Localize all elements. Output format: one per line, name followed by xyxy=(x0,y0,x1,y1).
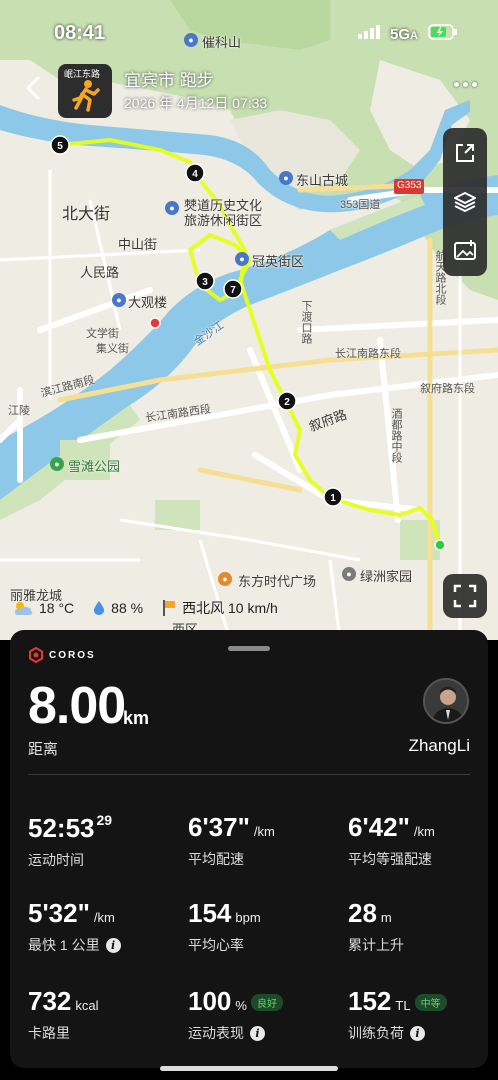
map-label-xufu-east: 叙府路东段 xyxy=(420,383,475,395)
poi-icon: ● xyxy=(342,567,356,581)
distance-label: 距离 xyxy=(28,741,59,758)
activity-date: 2026 年 4月12日 07:33 xyxy=(124,95,268,111)
home-indicator[interactable] xyxy=(160,1066,338,1071)
more-dot-icon xyxy=(454,82,459,87)
activity-thumbnail[interactable]: 岷江东路 xyxy=(58,64,112,118)
map-label-culture-2: 旅游休闲街区 xyxy=(184,213,263,228)
map-layers-button[interactable] xyxy=(452,189,478,215)
stat-avg-heart-rate: 154 bpm 平均心率 xyxy=(188,898,261,953)
map-label-guanying: 冠英街区 xyxy=(252,254,305,269)
share-button[interactable] xyxy=(452,140,478,166)
divider xyxy=(28,774,470,775)
map-label-road353: 353国道 xyxy=(340,199,381,211)
distance-unit: km xyxy=(123,708,150,728)
avatar[interactable] xyxy=(423,678,469,724)
map-label-lvzhou: 绿洲家园 xyxy=(360,569,413,584)
map-label-dongfang: 东方时代广场 xyxy=(238,574,317,589)
map-label-xuetan: 雪滩公园 xyxy=(68,459,121,474)
info-icon[interactable]: i xyxy=(105,937,121,953)
stat-training-load[interactable]: 152 TL 中等 训练负荷 i xyxy=(348,986,447,1043)
performance-badge: 良好 xyxy=(250,994,283,1011)
map-label-zhongshan: 中山街 xyxy=(118,237,158,252)
activity-title: 宜宾市 跑步 xyxy=(124,71,214,90)
map-label-changjiang-east: 长江南路东段 xyxy=(335,348,401,360)
weather-bar: 18 °C 88 % 西北风 10 km/h xyxy=(12,598,296,618)
brand-logo: COROS xyxy=(28,646,96,664)
poi-icon: ● xyxy=(50,457,64,471)
share-icon xyxy=(456,143,474,162)
activity-summary-panel[interactable]: COROS 8.00 km 距离 ZhangLi 52:53 29 运动时间 6'… xyxy=(10,630,488,1068)
username: ZhangLi xyxy=(408,736,470,755)
weather-temperature: 18 °C xyxy=(12,600,74,616)
training-load-badge: 中等 xyxy=(414,994,447,1011)
drag-handle[interactable] xyxy=(228,646,270,651)
map-label-dongshan: 东山古城 xyxy=(296,173,349,188)
stat-calories: 732 kcal 卡路里 xyxy=(28,986,99,1041)
stat-fastest-km[interactable]: 5'32"/km 最快 1 公里 i xyxy=(28,898,121,955)
layers-icon xyxy=(454,191,476,212)
more-options-button[interactable] xyxy=(454,82,478,92)
poi-icon: ● xyxy=(165,201,179,215)
battery-icon xyxy=(428,24,458,44)
info-icon[interactable]: i xyxy=(250,1025,265,1041)
status-right: 5GA xyxy=(358,24,458,44)
status-time: 08:41 xyxy=(54,22,106,44)
info-icon[interactable]: i xyxy=(410,1025,425,1041)
stat-performance[interactable]: 100% 良好 运动表现 i xyxy=(188,986,283,1043)
map-label-daguanlou: 大观楼 xyxy=(128,295,168,310)
map-label-beidajie: 北大街 xyxy=(62,206,111,223)
runner-icon xyxy=(72,80,100,112)
weather-wind: 西北风 10 km/h xyxy=(161,598,278,618)
network-label: 5GA xyxy=(390,25,418,43)
poi-icon: ● xyxy=(235,252,249,266)
map-label-renmin: 人民路 xyxy=(80,265,120,280)
chevron-left-icon xyxy=(25,76,40,100)
poi-icon: ● xyxy=(112,293,126,307)
user-avatar-icon xyxy=(425,680,467,722)
fullscreen-button[interactable] xyxy=(443,574,487,618)
wind-flag-icon xyxy=(163,600,176,616)
status-bar: 08:41 5GA xyxy=(0,18,498,50)
droplet-icon xyxy=(94,601,105,615)
add-photo-button[interactable] xyxy=(452,238,478,264)
map-toolbar xyxy=(443,128,487,276)
poi-icon: ● xyxy=(279,171,293,185)
map-label-jiuyi: 集义街 xyxy=(96,343,129,355)
stat-moving-time: 52:53 29 运动时间 xyxy=(28,812,113,868)
map-label-jiangling: 江陵 xyxy=(8,405,30,417)
coros-logo-icon xyxy=(29,647,43,663)
distance-value: 8.00 xyxy=(28,677,126,735)
more-dot-icon xyxy=(472,82,477,87)
poi-icon: ● xyxy=(218,572,232,586)
stat-avg-grade-pace: 6'42"/km 平均等强配速 xyxy=(348,812,435,867)
map-label-wenxue: 文学街 xyxy=(86,328,119,340)
weather-humidity: 88 % xyxy=(92,600,143,616)
activity-header: 岷江东路 宜宾市 跑步 2026 年 4月12日 07:33 xyxy=(0,60,498,120)
partly-cloudy-icon xyxy=(14,602,33,615)
map-label-jiuduan: 酒都路中段 xyxy=(390,408,402,463)
screen: 催科山 东山古城 G353 353国道 北大街 僰道历史文化 旅游休闲街区 冠英… xyxy=(0,0,498,1080)
add-photo-icon xyxy=(454,240,476,261)
stat-avg-pace: 6'37"/km 平均配速 xyxy=(188,812,275,867)
map-label-g353: G353 xyxy=(397,180,422,191)
back-button[interactable] xyxy=(20,74,48,102)
map-label-xiadu: 下渡口路 xyxy=(300,300,312,344)
signal-icon xyxy=(358,25,381,43)
fullscreen-icon xyxy=(453,584,477,608)
stat-elevation-gain: 28 m 累计上升 xyxy=(348,898,404,953)
more-dot-icon xyxy=(463,82,468,87)
